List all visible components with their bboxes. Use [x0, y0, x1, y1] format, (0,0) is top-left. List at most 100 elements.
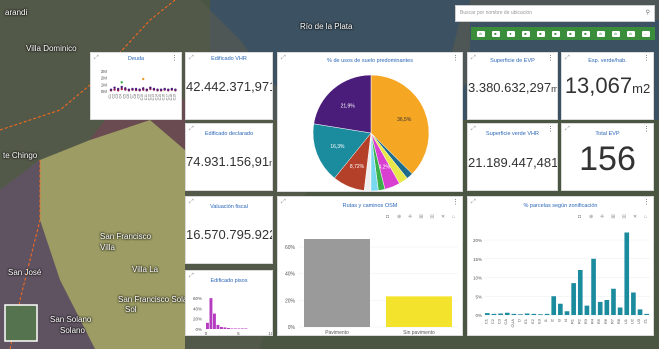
- bar: [241, 328, 244, 329]
- map-label: San José: [8, 268, 42, 277]
- bar: [220, 326, 223, 329]
- scatter-point: [156, 88, 159, 91]
- widget-superficie-verde-vhr: ⤢ Superficie verde VHR ⋮ 21.189.447,481m…: [467, 123, 558, 191]
- menu-icon[interactable]: ⋮: [547, 54, 554, 62]
- widget-title: Valuación fiscal: [210, 204, 248, 210]
- scatter-point: [131, 87, 134, 91]
- x-tick-label: R5: [596, 318, 601, 324]
- menu-icon[interactable]: ⋮: [547, 125, 554, 133]
- map-label: arandi: [5, 8, 28, 17]
- square-icon[interactable]: ■: [536, 30, 545, 37]
- map-label: San Francisco: [100, 232, 152, 241]
- x-tick-label: I3: [556, 318, 561, 322]
- kpi-value: 21.189.447,481m2: [468, 155, 557, 170]
- scatter-point: [120, 85, 123, 89]
- kpi-number: 42.442.371,971: [186, 79, 273, 94]
- x-tick-label: R3: [583, 318, 588, 324]
- search-icon[interactable]: ⚲: [646, 9, 650, 16]
- chart-icon[interactable]: ılı: [611, 30, 620, 37]
- y-tick-label: 20%: [193, 317, 202, 322]
- y-tick-label: 0%: [195, 327, 202, 332]
- kpi-unit: m2: [269, 158, 272, 168]
- square-icon[interactable]: ■: [581, 30, 590, 37]
- square-icon[interactable]: ■: [566, 30, 575, 37]
- bar: [624, 232, 630, 315]
- bar: [524, 313, 530, 315]
- widget-superficie-evp: ⤢ Superficie de EVP ⋮ 3.380.632,297m2: [467, 52, 558, 120]
- x-tick-label: R1: [570, 318, 575, 324]
- x-tick-label: U2: [629, 318, 634, 324]
- scatter-point: [145, 88, 148, 91]
- bar: [206, 322, 209, 329]
- bar: [597, 301, 603, 315]
- kpi-value: 156: [579, 140, 636, 178]
- scatter-point: [116, 87, 120, 91]
- bar: [511, 313, 517, 315]
- bar: [631, 292, 636, 315]
- more-icon[interactable]: …: [641, 30, 650, 37]
- scatter-point: [159, 88, 163, 91]
- bar: [577, 270, 583, 315]
- widget-toolbar: ılı ■ ● ■ ■ ■ ■ ■ ılı ılı ılı …: [471, 27, 655, 40]
- scatter-point: [138, 88, 141, 91]
- bar: [227, 327, 230, 329]
- kpi-number: 16.570.795.922: [186, 227, 273, 242]
- map-label: Solano: [60, 326, 85, 335]
- bar: [230, 328, 234, 329]
- menu-icon[interactable]: ⋮: [643, 54, 650, 62]
- widget-title: Edificado VHR: [211, 56, 247, 62]
- x-tick-label: C2: [490, 318, 495, 324]
- y-tick-label: 10%: [473, 276, 482, 281]
- chart-icon[interactable]: ılı: [476, 30, 485, 37]
- chart-icon[interactable]: ılı: [626, 30, 635, 37]
- scatter-point: [124, 87, 127, 90]
- map-label: Sol: [125, 305, 137, 314]
- scatter-point: [142, 87, 145, 90]
- square-icon[interactable]: ■: [521, 30, 530, 37]
- x-tick-label: U3: [636, 318, 641, 324]
- bar: [386, 296, 452, 327]
- bar: [504, 312, 510, 315]
- menu-icon[interactable]: ⋮: [643, 125, 650, 133]
- kpi-value: 42.442.371,971m2: [186, 79, 272, 94]
- x-tick-label: R8: [616, 318, 621, 324]
- x-tick-label: I4: [563, 318, 568, 322]
- y-tick-label: 20%: [285, 298, 296, 304]
- x-tick-label: Sin pavimento: [403, 330, 435, 336]
- chart-icon[interactable]: ılı: [596, 30, 605, 37]
- scatter-point: [149, 86, 152, 89]
- x-tick-label: C19: [172, 94, 176, 100]
- bar: [304, 239, 370, 327]
- x-tick-label: E1: [523, 318, 528, 324]
- square-icon[interactable]: ■: [491, 30, 500, 37]
- x-tick-label: 0: [205, 331, 208, 336]
- bar: [213, 313, 216, 329]
- y-tick-label: 40%: [285, 272, 296, 278]
- scatter-point: [170, 87, 174, 91]
- map-label: Villa La: [132, 265, 159, 274]
- map-label: Río de la Plata: [300, 22, 353, 31]
- pie-label: 21,9%: [341, 104, 356, 110]
- widget-title: Edificado declarado: [204, 131, 254, 137]
- kpi-number: 21.189.447,481: [468, 155, 558, 170]
- location-search[interactable]: Buscar por nombre de ubicación ⚲: [455, 5, 655, 22]
- scatter-point: [134, 87, 138, 91]
- x-tick-label: U1: [623, 318, 628, 324]
- x-tick-label: 5: [237, 331, 240, 336]
- widget-title: Esp. verde/hab.: [588, 58, 627, 64]
- bar: [223, 327, 227, 329]
- pisos-bar-chart: 0% 20% 40% 60% 0 5 10: [193, 296, 272, 336]
- scatter-point: [127, 88, 131, 91]
- widget-valuacion-fiscal: ⤢ Valuación fiscal 16.570.795.922$: [185, 196, 273, 264]
- scatter-point: [152, 87, 156, 91]
- bar: [498, 313, 503, 315]
- scatter-point: [174, 88, 177, 91]
- bar: [491, 313, 497, 315]
- chat-icon[interactable]: ●: [506, 30, 515, 37]
- widget-title: Total EVP: [595, 131, 620, 137]
- square-icon[interactable]: ■: [551, 30, 560, 37]
- bar: [538, 314, 543, 315]
- widget-edificado-vhr: ⤢ Edificado VHR 42.442.371,971m2: [185, 52, 273, 120]
- x-tick-label: C1: [483, 318, 488, 324]
- bar: [564, 311, 570, 315]
